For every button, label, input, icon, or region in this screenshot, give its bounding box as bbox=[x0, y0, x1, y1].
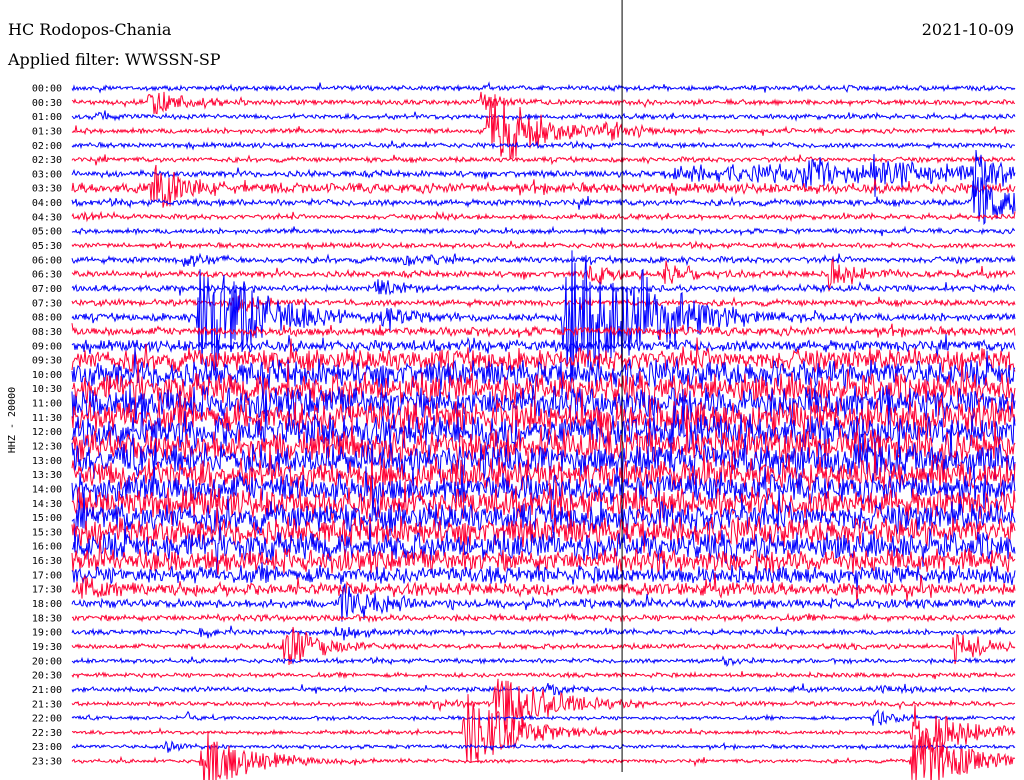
trace-row-0000 bbox=[71, 81, 1016, 94]
trace-row-0830 bbox=[71, 323, 1016, 340]
trace-row-0100 bbox=[71, 110, 1016, 122]
row-time-label: 08:30 bbox=[32, 327, 62, 338]
row-time-label: 10:30 bbox=[32, 384, 62, 395]
row-time-label: 22:30 bbox=[32, 728, 62, 739]
row-time-label: 14:00 bbox=[32, 484, 62, 495]
trace-row-0200 bbox=[71, 139, 1016, 151]
row-time-label: 11:00 bbox=[32, 399, 62, 410]
row-time-label: 04:00 bbox=[32, 198, 62, 209]
row-time-label: 03:30 bbox=[32, 184, 62, 195]
trace-row-1900 bbox=[71, 625, 1016, 641]
trace-row-2030 bbox=[71, 670, 1016, 680]
row-time-label: 21:00 bbox=[32, 685, 62, 696]
row-time-label: 22:00 bbox=[32, 714, 62, 725]
row-time-label: 09:30 bbox=[32, 356, 62, 367]
row-time-label: 16:30 bbox=[32, 556, 62, 567]
row-time-label: 11:30 bbox=[32, 413, 62, 424]
row-time-label: 12:30 bbox=[32, 442, 62, 453]
row-time-label: 14:30 bbox=[32, 499, 62, 510]
row-time-label: 02:00 bbox=[32, 141, 62, 152]
row-time-label: 19:00 bbox=[32, 628, 62, 639]
trace-row-0500 bbox=[71, 225, 1015, 237]
row-time-label: 12:00 bbox=[32, 427, 62, 438]
row-time-label: 06:30 bbox=[32, 270, 62, 281]
row-time-label: 04:30 bbox=[32, 212, 62, 223]
trace-row-2200 bbox=[71, 709, 1016, 726]
trace-row-2000 bbox=[71, 655, 1016, 668]
row-time-label: 15:30 bbox=[32, 527, 62, 538]
row-time-label: 17:30 bbox=[32, 585, 62, 596]
helicorder-plot: 00:00 00:30 01:00 01:30 02:00 02:30 03:00 03:30… bbox=[7, 0, 1016, 780]
row-time-label: 01:00 bbox=[32, 112, 62, 123]
row-time-label: 01:30 bbox=[32, 126, 62, 137]
row-time-label: 07:30 bbox=[32, 298, 62, 309]
row-time-label: 15:00 bbox=[32, 513, 62, 524]
row-time-label: 20:30 bbox=[32, 671, 62, 682]
row-time-label: 09:00 bbox=[32, 341, 62, 352]
trace-row-0600 bbox=[71, 252, 1016, 267]
row-time-label: 21:30 bbox=[32, 699, 62, 710]
row-time-label: 05:00 bbox=[32, 227, 62, 238]
trace-row-0530 bbox=[71, 240, 1016, 251]
row-time-label: 17:00 bbox=[32, 570, 62, 581]
row-time-label: 05:30 bbox=[32, 241, 62, 252]
row-time-label: 07:00 bbox=[32, 284, 62, 295]
row-time-label: 18:00 bbox=[32, 599, 62, 610]
trace-row-0430 bbox=[71, 210, 1016, 223]
row-time-label: 00:00 bbox=[32, 84, 62, 95]
row-time-label: 02:30 bbox=[32, 155, 62, 166]
row-time-label: 13:00 bbox=[32, 456, 62, 467]
row-time-label: 19:30 bbox=[32, 642, 62, 653]
row-time-label: 10:00 bbox=[32, 370, 62, 381]
row-time-label: 06:00 bbox=[32, 255, 62, 266]
row-time-label: 23:30 bbox=[32, 757, 62, 768]
trace-row-0030 bbox=[71, 91, 1016, 115]
row-time-label: 18:30 bbox=[32, 613, 62, 624]
row-time-label: 00:30 bbox=[32, 98, 62, 109]
row-time-label: 08:00 bbox=[32, 313, 62, 324]
channel-label: HHZ - 20000 bbox=[7, 387, 18, 453]
trace-row-1830 bbox=[71, 612, 1016, 624]
row-time-label: 13:30 bbox=[32, 470, 62, 481]
row-time-label: 16:00 bbox=[32, 542, 62, 553]
row-time-label: 03:00 bbox=[32, 169, 62, 180]
row-time-label: 23:00 bbox=[32, 742, 62, 753]
row-time-label: 20:00 bbox=[32, 656, 62, 667]
